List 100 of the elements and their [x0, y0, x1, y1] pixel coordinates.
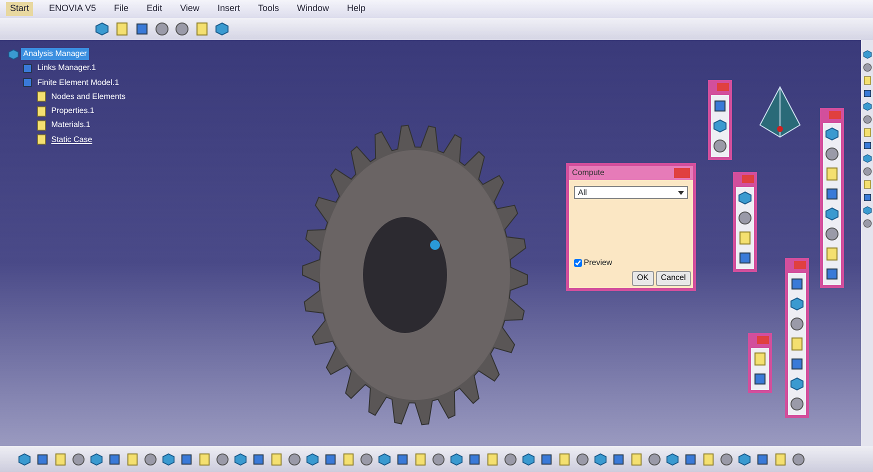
preview-checkbox[interactable]: [574, 258, 582, 266]
square-icon[interactable]: [180, 452, 193, 466]
sheet-icon[interactable]: [414, 452, 427, 466]
sphere-icon[interactable]: [713, 139, 727, 154]
menu-item[interactable]: ENOVIA V5: [47, 2, 98, 16]
sheet-icon[interactable]: [862, 128, 872, 137]
sphere-icon[interactable]: [790, 397, 804, 412]
sheet-icon[interactable]: [36, 134, 47, 145]
sphere-icon[interactable]: [288, 452, 301, 466]
sheet-icon[interactable]: [630, 452, 643, 466]
sheet-icon[interactable]: [198, 452, 211, 466]
tree-item[interactable]: Links Manager.1: [35, 62, 98, 74]
sheet-icon[interactable]: [195, 22, 209, 36]
cube-icon[interactable]: [522, 452, 535, 466]
sheet-icon[interactable]: [36, 120, 47, 131]
cube-icon[interactable]: [738, 191, 752, 206]
square-icon[interactable]: [713, 99, 727, 114]
sphere-icon[interactable]: [175, 22, 189, 36]
square-icon[interactable]: [790, 357, 804, 372]
sheet-icon[interactable]: [558, 452, 571, 466]
menu-item[interactable]: Insert: [215, 2, 242, 16]
menu-item[interactable]: View: [178, 2, 202, 16]
square-icon[interactable]: [252, 452, 265, 466]
cube-icon[interactable]: [450, 452, 463, 466]
cube-icon[interactable]: [234, 452, 247, 466]
square-icon[interactable]: [825, 187, 839, 202]
cube-icon[interactable]: [594, 452, 607, 466]
square-icon[interactable]: [396, 452, 409, 466]
menu-item[interactable]: File: [112, 2, 131, 16]
sphere-icon[interactable]: [216, 452, 229, 466]
start-button[interactable]: Start: [6, 2, 34, 16]
tree-item[interactable]: Finite Element Model.1: [35, 76, 122, 88]
sphere-icon[interactable]: [432, 452, 445, 466]
cube-icon[interactable]: [862, 50, 872, 59]
sphere-icon[interactable]: [360, 452, 373, 466]
tree-item[interactable]: Nodes and Elements: [49, 90, 128, 103]
menu-item[interactable]: Tools: [256, 2, 281, 16]
sheet-icon[interactable]: [486, 452, 499, 466]
sheet-icon[interactable]: [790, 337, 804, 352]
square-icon[interactable]: [862, 89, 872, 98]
square-icon[interactable]: [612, 452, 625, 466]
menu-item[interactable]: Window: [294, 2, 331, 16]
square-icon[interactable]: [108, 452, 121, 466]
cube-icon[interactable]: [95, 22, 109, 36]
sphere-icon[interactable]: [738, 211, 752, 226]
square-icon[interactable]: [36, 452, 49, 466]
cube-icon[interactable]: [666, 452, 679, 466]
square-icon[interactable]: [540, 452, 553, 466]
tree-item[interactable]: Properties.1: [49, 105, 96, 117]
sheet-icon[interactable]: [738, 231, 752, 246]
sphere-icon[interactable]: [720, 452, 733, 466]
cube-icon[interactable]: [738, 452, 751, 466]
tree-item[interactable]: Materials.1: [49, 119, 92, 132]
sheet-icon[interactable]: [126, 452, 139, 466]
sphere-icon[interactable]: [825, 227, 839, 242]
square-icon[interactable]: [756, 452, 769, 466]
sheet-icon[interactable]: [774, 452, 787, 466]
cube-icon[interactable]: [8, 48, 19, 60]
sheet-icon[interactable]: [342, 452, 355, 466]
ok-button[interactable]: OK: [632, 270, 654, 286]
sphere-icon[interactable]: [825, 147, 839, 162]
square-icon[interactable]: [135, 22, 149, 36]
cube-icon[interactable]: [862, 206, 872, 215]
sheet-icon[interactable]: [825, 247, 839, 262]
sheet-icon[interactable]: [702, 452, 715, 466]
tree-item[interactable]: Static Case: [49, 134, 94, 146]
square-icon[interactable]: [753, 372, 767, 386]
sphere-icon[interactable]: [144, 452, 157, 466]
sheet-icon[interactable]: [862, 180, 872, 189]
square-icon[interactable]: [738, 251, 752, 266]
menu-item[interactable]: Edit: [144, 2, 164, 16]
cube-icon[interactable]: [162, 452, 175, 466]
cube-icon[interactable]: [713, 119, 727, 134]
cube-icon[interactable]: [18, 452, 31, 466]
sheet-icon[interactable]: [115, 22, 129, 36]
sphere-icon[interactable]: [862, 115, 872, 124]
sheet-icon[interactable]: [36, 91, 47, 102]
sphere-icon[interactable]: [862, 167, 872, 176]
sphere-icon[interactable]: [72, 452, 85, 466]
cube-icon[interactable]: [306, 452, 319, 466]
square-icon[interactable]: [825, 267, 839, 282]
cube-icon[interactable]: [90, 452, 103, 466]
square-icon[interactable]: [862, 193, 872, 202]
square-icon[interactable]: [862, 141, 872, 150]
sphere-icon[interactable]: [790, 317, 804, 332]
cube-icon[interactable]: [215, 22, 229, 36]
sphere-icon[interactable]: [155, 22, 169, 36]
sphere-icon[interactable]: [648, 452, 661, 466]
sheet-icon[interactable]: [54, 452, 67, 466]
sheet-icon[interactable]: [270, 452, 283, 466]
sphere-icon[interactable]: [576, 452, 589, 466]
cube-icon[interactable]: [825, 207, 839, 222]
sphere-icon[interactable]: [862, 63, 872, 72]
cube-icon[interactable]: [862, 102, 872, 111]
square-icon[interactable]: [468, 452, 481, 466]
sheet-icon[interactable]: [753, 352, 767, 366]
cancel-button[interactable]: Cancel: [656, 270, 691, 286]
compass-drawing[interactable]: [759, 86, 801, 138]
square-icon[interactable]: [324, 452, 337, 466]
sphere-icon[interactable]: [862, 219, 872, 228]
